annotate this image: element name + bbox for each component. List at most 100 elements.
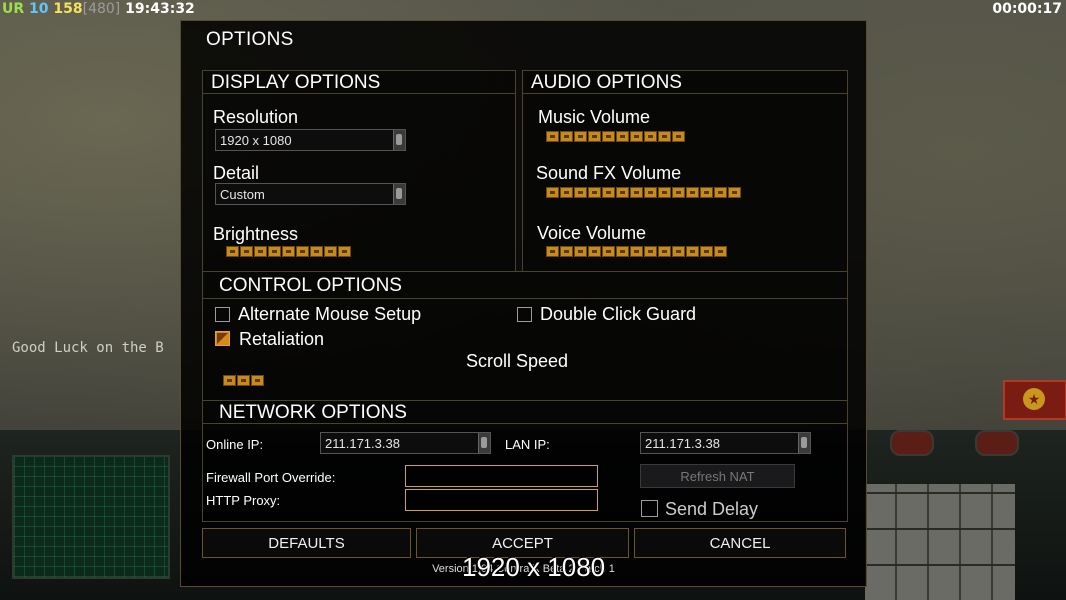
slider-segment [714, 246, 727, 257]
brightness-label: Brightness [213, 224, 299, 244]
slider-segment [630, 131, 643, 142]
send-delay-checkbox[interactable] [641, 500, 658, 517]
chevron-down-icon[interactable] [393, 130, 405, 150]
http-proxy-label: HTTP Proxy: [206, 493, 281, 508]
scroll-speed-slider[interactable] [223, 375, 264, 387]
hud-timer: 00:00:17 [992, 1, 1062, 17]
slider-segment [310, 246, 323, 257]
detail-select[interactable]: Custom [215, 183, 406, 205]
slider-segment [700, 187, 713, 198]
options-dialog: OPTIONS DISPLAY OPTIONS Resolution 1920 … [180, 20, 867, 587]
chat-message: Good Luck on the B [12, 340, 164, 356]
detail-value: Custom [220, 187, 265, 202]
slider-segment [602, 131, 615, 142]
slider-segment [686, 187, 699, 198]
alternate-mouse-checkbox[interactable] [215, 307, 230, 322]
sfx-volume-label: Sound FX Volume [536, 163, 682, 183]
slider-segment [574, 131, 587, 142]
retaliation-label: Retaliation [239, 329, 325, 349]
slider-segment [588, 246, 601, 257]
dialog-title: OPTIONS [206, 29, 294, 50]
slider-segment [240, 246, 253, 257]
hud-button-left[interactable] [890, 430, 934, 456]
lan-ip-select[interactable]: 211.171.3.38 [640, 432, 811, 454]
display-options-panel: DISPLAY OPTIONS Resolution 1920 x 1080 D… [202, 70, 516, 272]
audio-options-header: AUDIO OPTIONS [523, 71, 847, 94]
slider-segment [588, 187, 601, 198]
slider-segment [658, 246, 671, 257]
voice-volume-slider[interactable] [546, 246, 727, 258]
lan-ip-value: 211.171.3.38 [645, 436, 720, 451]
slider-segment [574, 246, 587, 257]
slider-segment [251, 375, 264, 386]
resolution-overlay-text: 1920 x 1080 [462, 552, 606, 582]
slider-segment [644, 246, 657, 257]
scroll-speed-label: Scroll Speed [466, 351, 569, 371]
slider-segment [728, 187, 741, 198]
minimap[interactable] [12, 455, 170, 579]
slider-segment [616, 131, 629, 142]
http-proxy-input[interactable] [405, 489, 598, 511]
firewall-port-label: Firewall Port Override: [206, 470, 336, 485]
slider-segment [658, 187, 671, 198]
defaults-button[interactable]: DEFAULTS [202, 528, 411, 558]
slider-segment [560, 246, 573, 257]
brightness-slider[interactable] [226, 246, 351, 258]
cancel-button[interactable]: CANCEL [634, 528, 846, 558]
slider-segment [672, 131, 685, 142]
slider-segment [223, 375, 236, 386]
control-options-panel: CONTROL OPTIONS Alternate Mouse Setup Do… [202, 271, 848, 401]
music-volume-label: Music Volume [538, 107, 651, 127]
resolution-select[interactable]: 1920 x 1080 [215, 129, 406, 151]
control-options-header: CONTROL OPTIONS [203, 272, 847, 299]
minimap-grid [14, 457, 168, 577]
sfx-volume-slider[interactable] [546, 187, 741, 199]
slider-segment [644, 187, 657, 198]
slider-segment [630, 246, 643, 257]
double-click-guard-checkbox[interactable] [517, 307, 532, 322]
chevron-down-icon[interactable] [798, 433, 810, 453]
slider-segment [546, 246, 559, 257]
build-queue-tiles[interactable] [865, 484, 1015, 600]
slider-segment [644, 131, 657, 142]
slider-segment [338, 246, 351, 257]
hud-stats: UR 10 158[480] 19:43:32 [2, 1, 195, 17]
slider-segment [254, 246, 267, 257]
slider-segment [546, 187, 559, 198]
chevron-down-icon[interactable] [478, 433, 490, 453]
slider-segment [714, 187, 727, 198]
slider-segment [546, 131, 559, 142]
audio-options-panel: AUDIO OPTIONS Music Volume Sound FX Volu… [522, 70, 848, 272]
slider-segment [282, 246, 295, 257]
resolution-value: 1920 x 1080 [220, 133, 292, 148]
display-options-header: DISPLAY OPTIONS [203, 71, 515, 94]
online-ip-label: Online IP: [206, 437, 264, 452]
slider-segment [616, 187, 629, 198]
hud-button-right[interactable] [975, 430, 1019, 456]
slider-segment [560, 131, 573, 142]
hud-stat-a: 10 [29, 1, 49, 17]
online-ip-value: 211.171.3.38 [325, 436, 400, 451]
online-ip-select[interactable]: 211.171.3.38 [320, 432, 491, 454]
slider-segment [268, 246, 281, 257]
slider-segment [296, 246, 309, 257]
chevron-down-icon[interactable] [393, 184, 405, 204]
hud-stat-c: [480] [82, 1, 121, 17]
music-volume-slider[interactable] [546, 131, 685, 143]
retaliation-checkbox[interactable] [215, 331, 230, 346]
network-options-header: NETWORK OPTIONS [203, 401, 847, 424]
refresh-nat-button[interactable]: Refresh NAT [640, 464, 795, 488]
slider-segment [616, 246, 629, 257]
hud-faction: UR [2, 1, 25, 17]
slider-segment [602, 246, 615, 257]
firewall-port-input[interactable] [405, 465, 598, 487]
slider-segment [602, 187, 615, 198]
slider-segment [237, 375, 250, 386]
slider-segment [686, 246, 699, 257]
slider-segment [588, 131, 601, 142]
slider-segment [630, 187, 643, 198]
detail-label: Detail [213, 163, 260, 183]
star-icon: ★ [1023, 388, 1045, 410]
voice-volume-label: Voice Volume [537, 223, 647, 243]
lan-ip-label: LAN IP: [505, 437, 550, 452]
